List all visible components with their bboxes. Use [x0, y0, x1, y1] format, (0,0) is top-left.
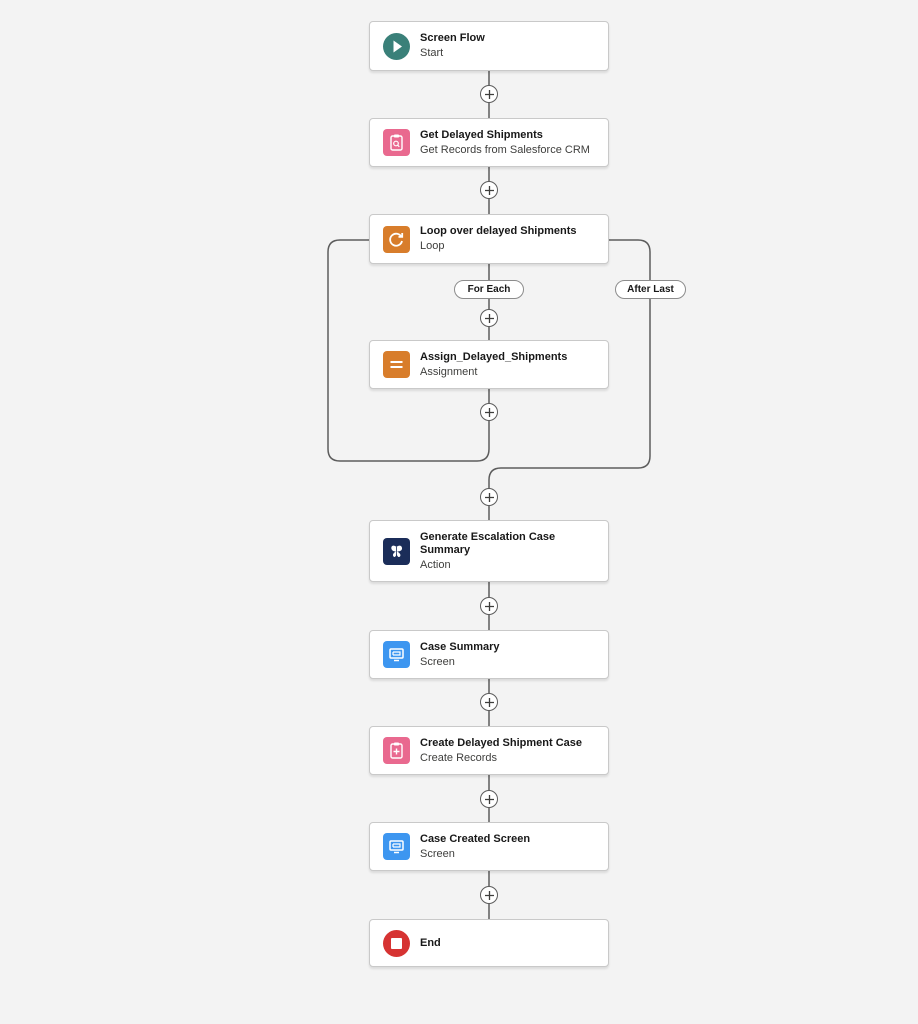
case-summary-node[interactable]: Case Summary Screen: [369, 630, 609, 679]
node-subtitle: Get Records from Salesforce CRM: [420, 143, 590, 156]
stop-icon: [383, 929, 410, 957]
node-title: Create Delayed Shipment Case: [420, 736, 583, 749]
add-element-button[interactable]: [480, 597, 498, 615]
start-node[interactable]: Screen Flow Start: [369, 21, 609, 71]
node-subtitle: Action: [420, 558, 451, 571]
node-title: Loop over delayed Shipments: [420, 225, 577, 237]
get-records-icon: [383, 129, 410, 156]
case-created-node[interactable]: Case Created Screen Screen: [369, 822, 609, 871]
add-element-button[interactable]: [480, 693, 498, 711]
node-subtitle: Create Records: [420, 751, 498, 764]
node-subtitle: Start: [420, 47, 444, 59]
add-element-button[interactable]: [480, 181, 498, 199]
node-title: Get Delayed Shipments: [420, 128, 543, 141]
node-title: Assign_Delayed_Shipments: [420, 350, 568, 363]
screen-icon: [383, 833, 410, 860]
add-element-button[interactable]: [480, 790, 498, 808]
for-each-label: For Each: [454, 280, 524, 299]
add-element-button[interactable]: [480, 488, 498, 506]
flow-canvas[interactable]: Screen Flow Start Get Delayed Shipments …: [0, 0, 918, 1024]
add-element-button[interactable]: [480, 886, 498, 904]
end-node[interactable]: End: [369, 919, 609, 967]
create-records-icon: [383, 737, 410, 764]
node-subtitle: Screen: [420, 655, 455, 668]
loop-node[interactable]: Loop over delayed Shipments Loop: [369, 214, 609, 264]
node-subtitle: Loop: [420, 240, 445, 252]
node-title: End: [420, 936, 441, 949]
assignment-icon: [383, 351, 410, 378]
node-title: Screen Flow: [420, 32, 485, 44]
get-delayed-shipments-node[interactable]: Get Delayed Shipments Get Records from S…: [369, 118, 609, 167]
einstein-action-icon: [383, 537, 410, 565]
play-icon: [383, 32, 410, 60]
create-case-node[interactable]: Create Delayed Shipment Case Create Reco…: [369, 726, 609, 775]
add-element-button[interactable]: [480, 85, 498, 103]
screen-icon: [383, 641, 410, 668]
node-title: Generate Escalation Case Summary: [420, 530, 556, 556]
generate-summary-node[interactable]: Generate Escalation Case Summary Action: [369, 520, 609, 582]
node-title: Case Created Screen: [420, 832, 531, 845]
node-title: Case Summary: [420, 640, 500, 653]
node-subtitle: Screen: [420, 847, 455, 860]
loop-icon: [383, 225, 410, 253]
add-element-button[interactable]: [480, 403, 498, 421]
node-subtitle: Assignment: [420, 365, 478, 378]
assign-node[interactable]: Assign_Delayed_Shipments Assignment: [369, 340, 609, 389]
add-element-button[interactable]: [480, 309, 498, 327]
after-last-label: After Last: [615, 280, 686, 299]
